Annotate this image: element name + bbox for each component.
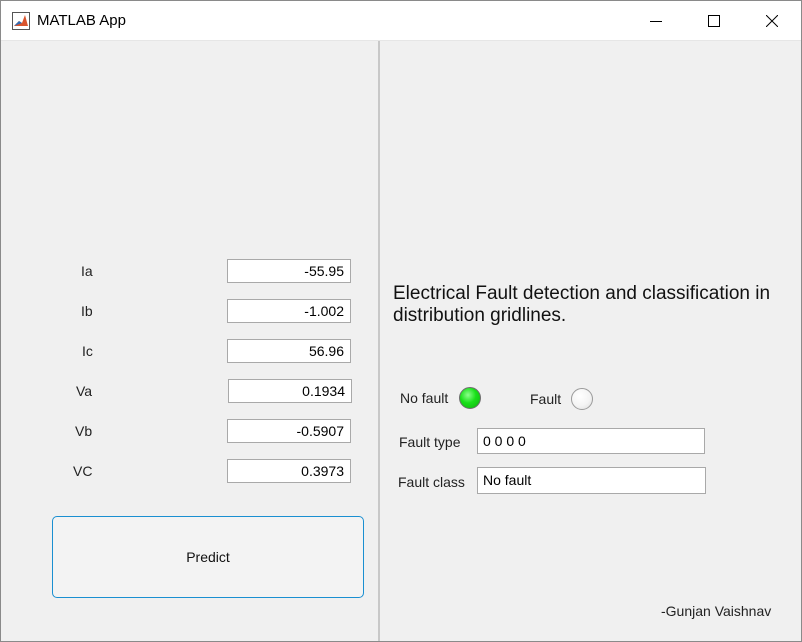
window-title: MATLAB App: [37, 12, 126, 29]
vc-label: VC: [73, 463, 93, 479]
maximize-button[interactable]: [685, 1, 743, 40]
predict-button-label: Predict: [186, 549, 230, 565]
predict-button[interactable]: Predict: [52, 516, 364, 598]
app-window: MATLAB App Ia -55.95 Ib -1.002 Ic 56.96 …: [0, 0, 802, 642]
fault-class-field[interactable]: No fault: [477, 467, 706, 494]
minimize-button[interactable]: [627, 1, 685, 40]
ia-label: Ia: [81, 263, 93, 279]
ia-field[interactable]: -55.95: [227, 259, 351, 283]
page-title: Electrical Fault detection and classific…: [393, 283, 771, 326]
no-fault-label: No fault: [400, 390, 449, 406]
vb-field[interactable]: -0.5907: [227, 419, 351, 443]
vc-field[interactable]: 0.3973: [227, 459, 351, 483]
matlab-icon: [12, 12, 30, 30]
close-icon: [766, 14, 778, 27]
ib-label: Ib: [81, 303, 93, 319]
vb-label: Vb: [75, 423, 93, 439]
maximize-icon: [708, 14, 720, 27]
va-label: Va: [76, 383, 93, 399]
no-fault-lamp: [459, 387, 481, 409]
minimize-icon: [650, 20, 662, 22]
title-bar: MATLAB App: [1, 1, 801, 41]
author-credit: -Gunjan Vaishnav: [661, 603, 772, 619]
fault-lamp: [571, 388, 593, 410]
panel-divider: [378, 41, 380, 641]
fault-type-field[interactable]: 0 0 0 0: [477, 428, 705, 454]
ic-field[interactable]: 56.96: [227, 339, 351, 363]
fault-label: Fault: [530, 391, 562, 407]
fault-class-label: Fault class: [398, 474, 465, 490]
fault-type-label: Fault type: [399, 434, 461, 450]
close-button[interactable]: [743, 1, 801, 40]
ib-field[interactable]: -1.002: [227, 299, 351, 323]
ic-label: Ic: [82, 343, 93, 359]
va-field[interactable]: 0.1934: [228, 379, 352, 403]
